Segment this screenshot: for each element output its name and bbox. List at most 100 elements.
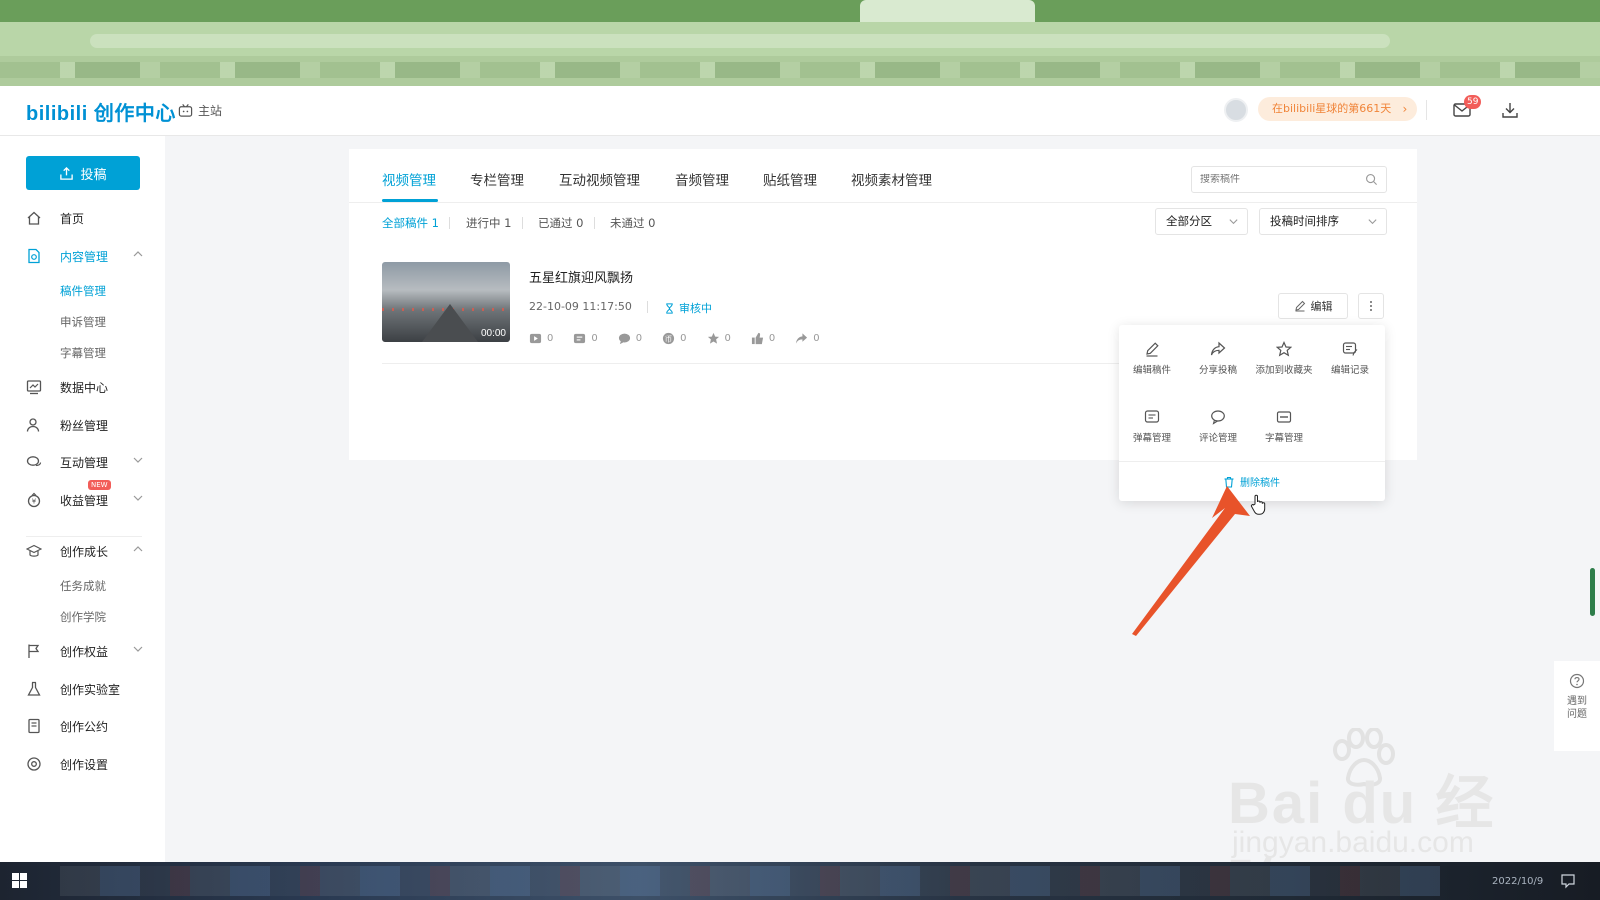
star-icon <box>1276 341 1292 357</box>
thumbs-up-icon <box>751 332 763 345</box>
planet-days-pill[interactable]: 在bilibili星球的第661天 › <box>1258 97 1418 121</box>
stat-value: 0 <box>813 333 820 344</box>
sidebar-subitem-achievements[interactable]: 任务成就 <box>60 578 106 594</box>
sidebar-subitem-subtitles[interactable]: 字幕管理 <box>60 345 106 361</box>
star-icon <box>707 332 719 344</box>
new-badge: NEW <box>88 480 111 490</box>
help-widget[interactable]: 遇到 问题 <box>1554 661 1600 751</box>
help-text-line2: 问题 <box>1567 709 1587 720</box>
search-icon[interactable] <box>1365 173 1378 186</box>
upload-button[interactable]: 投稿 <box>26 156 140 190</box>
sidebar-item-label: 创作实验室 <box>60 682 121 697</box>
sidebar-item-lab[interactable]: 创作实验室 <box>26 676 144 702</box>
sidebar-subitem-academy[interactable]: 创作学院 <box>60 609 106 625</box>
history-icon <box>1342 342 1358 356</box>
document-icon <box>26 248 42 264</box>
share-icon <box>796 333 808 344</box>
comment-icon <box>618 333 630 345</box>
tab-video[interactable]: 视频管理 <box>382 169 436 189</box>
taskbar-apps[interactable] <box>60 866 1440 896</box>
filter-all[interactable]: 全部稿件 1 <box>382 215 439 231</box>
bookmarks-bar[interactable] <box>0 62 1600 78</box>
menu-danmaku-manage[interactable]: 弹幕管理 <box>1119 409 1185 444</box>
windows-start-icon[interactable] <box>12 873 27 888</box>
sidebar-subitem-manuscripts[interactable]: 稿件管理 <box>60 283 106 299</box>
download-icon[interactable] <box>1500 100 1520 120</box>
chevron-up-icon <box>133 251 143 257</box>
menu-label: 弹幕管理 <box>1132 433 1171 444</box>
pencil-icon <box>1146 342 1159 357</box>
search-box[interactable] <box>1191 166 1387 193</box>
question-icon <box>1569 673 1585 689</box>
sidebar-item-label: 数据中心 <box>60 380 109 395</box>
menu-add-to-favorites[interactable]: 添加到收藏夹 <box>1251 341 1317 376</box>
filter-rejected[interactable]: 未通过 0 <box>610 215 655 231</box>
zone-select[interactable]: 全部分区 <box>1155 208 1248 235</box>
sidebar-item-label: 创作公约 <box>60 719 109 734</box>
sidebar-item-rights[interactable]: 创作权益 <box>26 638 144 664</box>
sidebar-subitem-appeals[interactable]: 申诉管理 <box>60 314 106 330</box>
chat-bubbles-icon <box>26 454 42 470</box>
home-icon <box>26 210 42 226</box>
creator-center-logo[interactable]: bilibili 创作中心 <box>26 97 176 126</box>
mail-badge: 59 <box>1464 95 1482 109</box>
sidebar-item-settings[interactable]: 创作设置 <box>26 751 144 777</box>
play-icon <box>529 333 542 344</box>
hourglass-icon <box>666 302 673 314</box>
edit-button[interactable]: 编辑 <box>1278 293 1348 319</box>
chevron-down-icon <box>133 495 143 501</box>
home-site-label: 主站 <box>198 104 223 118</box>
menu-label: 字幕管理 <box>1264 433 1303 444</box>
share-icon <box>1210 341 1226 356</box>
upload-icon <box>60 166 74 180</box>
tab-audio[interactable]: 音频管理 <box>675 169 729 189</box>
sidebar-item-home[interactable]: 首页 <box>26 205 144 231</box>
sidebar: 投稿 首页 内容管理 稿件管理 申诉管理 字幕管理 数据中心 粉丝管理 互动管理… <box>0 136 165 862</box>
sidebar-item-label: 创作成长 <box>60 544 109 559</box>
sidebar-item-label: 收益管理 <box>60 493 109 508</box>
sidebar-item-data[interactable]: 数据中心 <box>26 374 144 400</box>
stat-value: 0 <box>591 333 598 344</box>
browser-active-tab[interactable] <box>860 0 1035 22</box>
sidebar-item-content[interactable]: 内容管理 <box>26 243 144 269</box>
chevron-down-icon <box>1368 219 1377 225</box>
sidebar-item-growth[interactable]: 创作成长 <box>26 538 144 564</box>
menu-share[interactable]: 分享投稿 <box>1185 341 1251 376</box>
sidebar-item-interaction[interactable]: 互动管理 <box>26 449 144 475</box>
video-thumbnail[interactable]: 00:00 <box>382 262 510 342</box>
menu-subtitle-manage[interactable]: 字幕管理 <box>1251 409 1317 444</box>
watermark-url: jingyan.baidu.com <box>1232 826 1474 859</box>
home-site-link[interactable]: 主站 <box>178 102 222 119</box>
menu-divider <box>1119 461 1385 462</box>
svg-text:¥: ¥ <box>32 498 37 506</box>
notification-icon[interactable] <box>1560 873 1576 889</box>
tab-column[interactable]: 专栏管理 <box>470 169 524 189</box>
filter-passed[interactable]: 已通过 0 <box>538 215 583 231</box>
annotation-arrow <box>1132 486 1250 636</box>
menu-comment-manage[interactable]: 评论管理 <box>1185 409 1251 444</box>
tab-video-material[interactable]: 视频素材管理 <box>851 169 932 189</box>
stat-views: 0 <box>529 332 553 345</box>
avatar[interactable] <box>1224 98 1248 122</box>
more-options-button[interactable] <box>1358 293 1384 319</box>
video-stats: 0 0 0 币0 0 0 0 <box>529 332 840 345</box>
sidebar-item-fans[interactable]: 粉丝管理 <box>26 412 144 438</box>
filter-in-progress[interactable]: 进行中 1 <box>466 215 511 231</box>
sidebar-item-convention[interactable]: 创作公约 <box>26 713 144 739</box>
tab-sticker[interactable]: 贴纸管理 <box>763 169 817 189</box>
video-date: 22-10-09 11:17:50 <box>529 300 632 313</box>
menu-edit-manuscript[interactable]: 编辑稿件 <box>1119 341 1185 376</box>
search-input[interactable] <box>1200 174 1350 185</box>
sidebar-item-income[interactable]: ¥ 收益管理 NEW <box>26 480 144 513</box>
taskbar-clock[interactable]: 2022/10/9 <box>1492 876 1543 887</box>
address-bar[interactable] <box>90 34 1390 48</box>
chevron-up-icon <box>133 546 143 552</box>
chevron-down-icon <box>133 646 143 652</box>
scrollbar-thumb[interactable] <box>1590 568 1595 616</box>
video-title[interactable]: 五星红旗迎风飘扬 <box>529 267 633 286</box>
tab-interactive-video[interactable]: 互动视频管理 <box>559 169 640 189</box>
sidebar-item-label: 内容管理 <box>60 249 109 264</box>
menu-edit-history[interactable]: 编辑记录 <box>1317 341 1383 376</box>
danmaku-icon <box>1144 410 1160 423</box>
sort-select[interactable]: 投稿时间排序 <box>1259 208 1387 235</box>
